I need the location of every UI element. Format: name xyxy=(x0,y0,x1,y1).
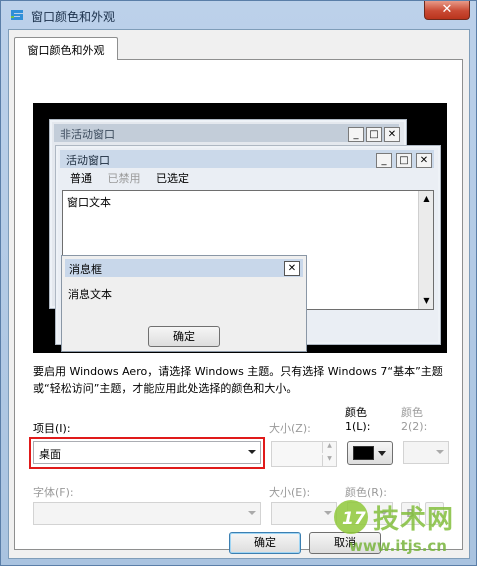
size-spinner[interactable]: ▲ ▼ xyxy=(271,441,337,467)
item-select[interactable]: 桌面 xyxy=(33,441,261,464)
ok-button[interactable]: 确定 xyxy=(229,532,301,554)
preview-menubar: 普通 已禁用 已选定 xyxy=(64,170,195,188)
chevron-down-icon xyxy=(248,450,256,454)
tab-window-color[interactable]: 窗口颜色和外观 xyxy=(14,37,118,60)
window-title: 窗口颜色和外观 xyxy=(31,10,116,24)
size-label: 大小(Z): xyxy=(269,422,311,435)
chevron-down-icon xyxy=(378,451,386,456)
dialog-client: 窗口颜色和外观 非活动窗口 _ □ ✕ 活动窗口 _ □ ✕ 普通 已禁用 已选… xyxy=(8,29,470,559)
color1-button[interactable] xyxy=(347,441,393,465)
menu-normal: 普通 xyxy=(70,172,92,185)
aero-description: 要启用 Windows Aero，请选择 Windows 主题。只有选择 Win… xyxy=(33,365,443,395)
minimize-icon: _ xyxy=(376,153,392,168)
chevron-down-icon xyxy=(436,450,444,454)
chevron-down-icon xyxy=(248,511,256,515)
watermark-brand: 技术网 xyxy=(373,505,455,535)
svg-text:17: 17 xyxy=(342,509,366,529)
font-label: 字体(F): xyxy=(33,486,74,499)
menu-selected: 已选定 xyxy=(156,172,189,185)
window-text: 窗口文本 xyxy=(67,196,111,209)
font-select[interactable] xyxy=(33,502,261,525)
item-label: 项目(I): xyxy=(33,422,71,435)
color2-button[interactable] xyxy=(403,441,449,464)
color2-sublabel: 2(2): xyxy=(401,420,428,433)
item-select-value: 桌面 xyxy=(39,448,61,461)
menu-disabled: 已禁用 xyxy=(107,172,141,185)
watermark-url: www.itjs.cn xyxy=(349,537,447,555)
messagebox-preview: 消息框 ✕ 消息文本 确定 xyxy=(61,255,307,352)
spin-down-icon[interactable]: ▼ xyxy=(322,455,336,466)
tab-panel: 非活动窗口 _ □ ✕ 活动窗口 _ □ ✕ 普通 已禁用 已选定 窗口文本 ▲… xyxy=(14,59,463,550)
messagebox-title: 消息框 xyxy=(65,259,303,277)
appearance-preview: 非活动窗口 _ □ ✕ 活动窗口 _ □ ✕ 普通 已禁用 已选定 窗口文本 ▲… xyxy=(33,103,447,353)
app-icon xyxy=(11,10,23,20)
maximize-icon: □ xyxy=(396,153,412,168)
site-watermark: 17 技术网 www.itjs.cn xyxy=(331,497,471,561)
color2-label: 颜色 xyxy=(401,406,423,419)
scroll-up-icon: ▲ xyxy=(423,194,430,203)
font-size-select[interactable] xyxy=(271,502,337,525)
preview-scrollbar: ▲ ▼ xyxy=(418,191,433,309)
close-icon: ✕ xyxy=(284,261,300,276)
watermark-logo-icon: 17 xyxy=(334,500,368,534)
title-bar[interactable]: 窗口颜色和外观 ✕ xyxy=(1,1,476,29)
close-icon: ✕ xyxy=(416,153,432,168)
preview-ok-button: 确定 xyxy=(148,326,220,347)
minimize-icon: _ xyxy=(348,127,364,142)
close-icon: ✕ xyxy=(384,127,400,142)
maximize-icon: □ xyxy=(366,127,382,142)
dialog-window: 窗口颜色和外观 ✕ 窗口颜色和外观 非活动窗口 _ □ ✕ 活动窗口 _ □ ✕… xyxy=(0,0,477,566)
color1-label: 颜色 xyxy=(345,406,367,419)
scroll-down-icon: ▼ xyxy=(423,296,430,305)
color-swatch xyxy=(353,446,374,460)
message-text: 消息文本 xyxy=(68,288,112,301)
close-button[interactable]: ✕ xyxy=(424,1,470,20)
color1-sublabel: 1(L): xyxy=(345,420,371,433)
font-size-label: 大小(E): xyxy=(269,486,311,499)
spin-up-icon[interactable]: ▲ xyxy=(322,442,336,453)
